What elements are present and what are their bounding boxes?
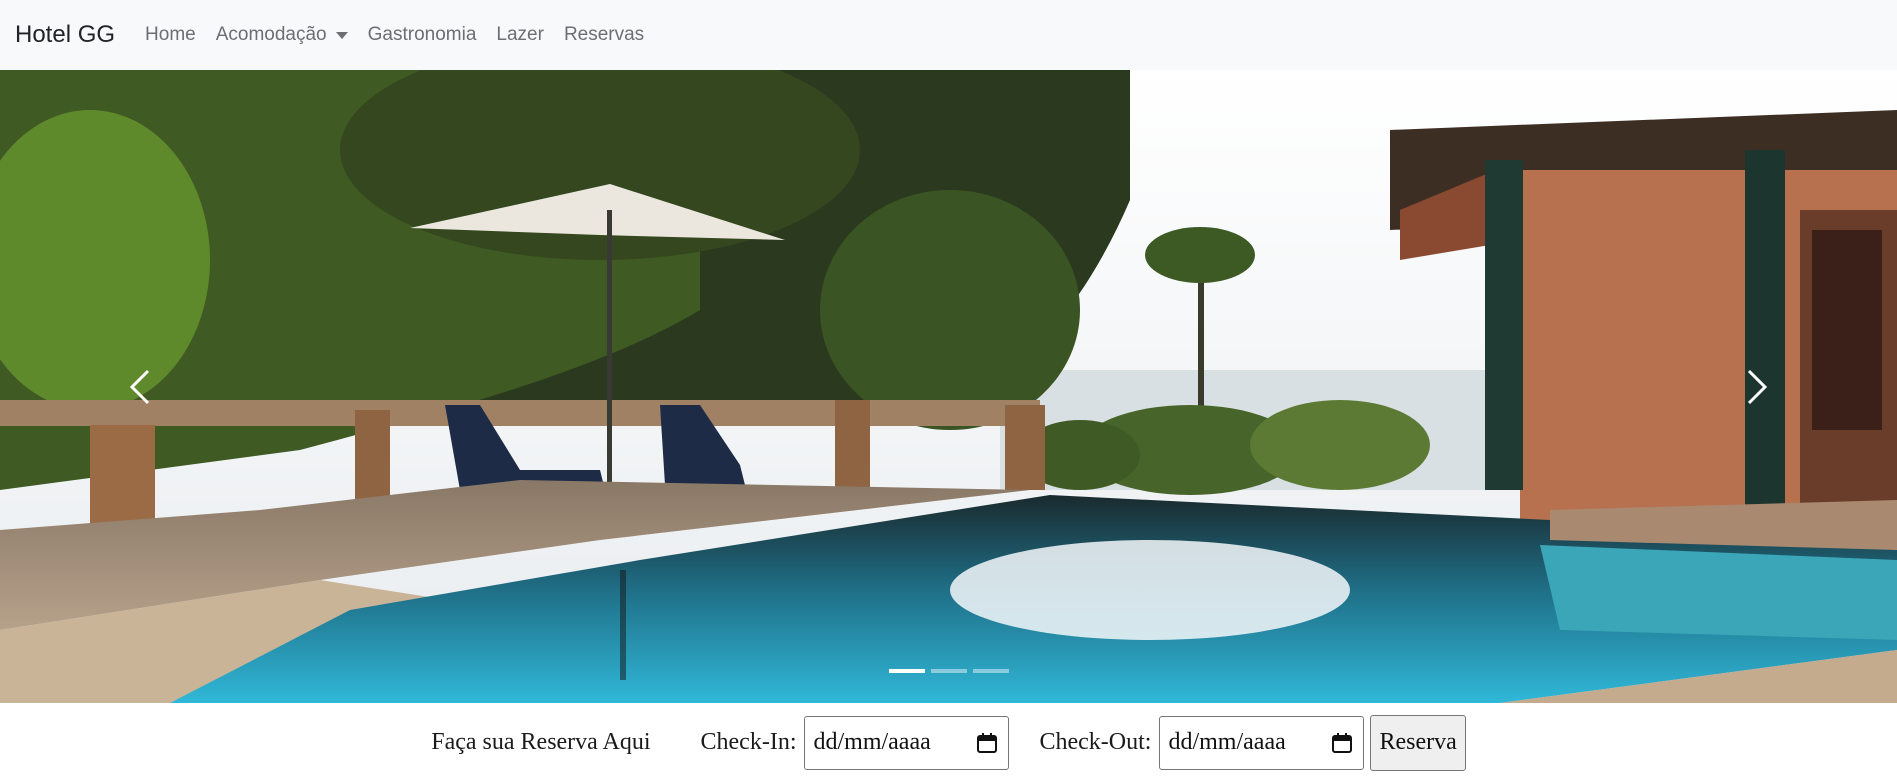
chevron-right-icon	[1747, 369, 1768, 404]
carousel-next-button[interactable]	[1617, 70, 1897, 703]
booking-form: Faça sua Reserva Aqui Check-In: dd/mm/aa…	[0, 703, 1897, 782]
checkin-date-input[interactable]: dd/mm/aaaa	[804, 715, 1010, 770]
nav-item-label: Home	[145, 24, 196, 45]
calendar-icon[interactable]	[1331, 732, 1353, 754]
checkin-placeholder: dd/mm/aaaa	[813, 729, 931, 755]
checkout-label: Check-Out:	[1039, 729, 1152, 755]
carousel-prev-button[interactable]	[0, 70, 280, 703]
carousel-indicator-2[interactable]	[930, 669, 967, 673]
carousel-indicator-3[interactable]	[972, 669, 1009, 673]
nav-item-acomodacao-dropdown[interactable]: Acomodação	[216, 24, 348, 46]
calendar-icon[interactable]	[976, 732, 998, 754]
nav-item-lazer[interactable]: Lazer	[496, 24, 544, 46]
chevron-left-icon	[129, 369, 150, 404]
nav-item-label: Acomodação	[215, 24, 327, 45]
checkin-label: Check-In:	[700, 729, 797, 755]
carousel-slide-image	[0, 70, 1897, 703]
nav-item-reservas[interactable]: Reservas	[564, 24, 644, 46]
booking-title: Faça sua Reserva Aqui	[431, 729, 651, 755]
nav-item-home[interactable]: Home	[145, 24, 196, 46]
nav-item-label: Gastronomia	[367, 24, 477, 45]
checkout-date-input[interactable]: dd/mm/aaaa	[1159, 715, 1365, 770]
carousel-indicators	[0, 669, 1897, 673]
reserve-button[interactable]: Reserva	[1370, 714, 1466, 771]
nav-item-gastronomia[interactable]: Gastronomia	[368, 24, 477, 46]
nav-item-label: Reservas	[563, 24, 645, 45]
nav-item-label: Lazer	[496, 24, 544, 45]
brand-link[interactable]: Hotel GG	[15, 21, 115, 49]
carousel-indicator-1[interactable]	[888, 669, 925, 673]
navbar: Hotel GG Home Acomodação Gastronomia Laz…	[0, 0, 1897, 70]
hero-carousel	[0, 70, 1897, 703]
checkout-placeholder: dd/mm/aaaa	[1168, 729, 1286, 755]
caret-down-icon	[335, 31, 348, 39]
